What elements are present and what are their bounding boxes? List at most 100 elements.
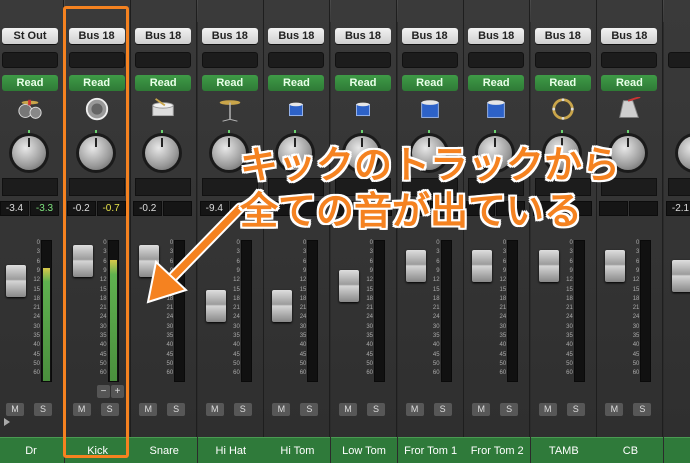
track-name[interactable]: Dr bbox=[0, 437, 64, 463]
scale-label: 24 bbox=[233, 314, 240, 321]
plugin-slot[interactable] bbox=[668, 178, 690, 196]
pan-knob[interactable] bbox=[145, 136, 180, 170]
send-slot[interactable] bbox=[335, 52, 391, 68]
automation-mode-button[interactable]: Read bbox=[201, 75, 258, 91]
solo-button[interactable]: S bbox=[167, 403, 186, 416]
drumkit-icon bbox=[18, 99, 42, 119]
volume-fader[interactable] bbox=[672, 260, 690, 292]
fader-scale: 0 3 6 9 12 15 18 21 24 30 35 40 45 50 60 bbox=[428, 240, 440, 380]
volume-fader[interactable] bbox=[6, 265, 26, 297]
solo-button[interactable]: S bbox=[34, 403, 52, 416]
scale-label: 40 bbox=[233, 342, 240, 349]
solo-button[interactable]: S bbox=[233, 403, 252, 416]
track-name[interactable]: C bbox=[664, 437, 690, 463]
pan-center-mark bbox=[560, 130, 563, 135]
automation-mode-button[interactable]: Read bbox=[601, 75, 658, 91]
track-name[interactable]: Hi Hat bbox=[197, 437, 264, 463]
automation-mode-button[interactable]: Read bbox=[468, 75, 525, 91]
scale-label: 40 bbox=[366, 342, 373, 349]
send-slot[interactable] bbox=[668, 52, 690, 68]
automation-mode-button[interactable]: Read bbox=[2, 75, 58, 91]
volume-fader[interactable] bbox=[339, 270, 359, 302]
volume-fader[interactable] bbox=[538, 250, 559, 282]
mute-button[interactable]: M bbox=[538, 403, 557, 416]
automation-mode-button[interactable]: Read bbox=[135, 75, 192, 91]
solo-button[interactable]: S bbox=[633, 403, 652, 416]
mute-button[interactable]: M bbox=[272, 403, 291, 416]
track-name[interactable]: Fror Tom 2 bbox=[464, 437, 531, 463]
scale-label: 50 bbox=[566, 360, 573, 367]
plugin-slot[interactable] bbox=[2, 178, 58, 196]
fader-scale: 0 3 6 9 12 15 18 21 24 30 35 40 45 50 60 bbox=[494, 240, 507, 380]
volume-fader[interactable] bbox=[605, 250, 626, 282]
scale-label: 6 bbox=[636, 258, 640, 265]
scale-label: 3 bbox=[636, 249, 640, 256]
output-bus-button[interactable]: Bus 18 bbox=[468, 28, 525, 44]
track-name[interactable]: Fror Tom 1 bbox=[397, 437, 464, 463]
scale-label: 30 bbox=[366, 323, 373, 330]
pan-knob[interactable] bbox=[678, 136, 690, 170]
scale-label: 30 bbox=[233, 323, 240, 330]
automation-mode-button[interactable]: Read bbox=[335, 75, 391, 91]
mute-button[interactable]: M bbox=[472, 403, 491, 416]
mute-button[interactable]: M bbox=[605, 403, 624, 416]
send-slot[interactable] bbox=[2, 52, 58, 68]
send-slot[interactable] bbox=[201, 52, 258, 68]
track-name[interactable]: Low Tom bbox=[331, 437, 397, 463]
solo-button[interactable]: S bbox=[300, 403, 319, 416]
solo-button[interactable]: S bbox=[433, 403, 452, 416]
mute-button[interactable]: M bbox=[405, 403, 424, 416]
level-meter bbox=[640, 240, 652, 382]
track-name[interactable]: CB bbox=[597, 437, 664, 463]
volume-readout: -2.1 bbox=[666, 201, 690, 216]
scale-label: 30 bbox=[33, 323, 40, 330]
scale-label: 18 bbox=[632, 295, 640, 302]
send-slot[interactable] bbox=[468, 52, 525, 68]
pan-center-mark bbox=[161, 130, 164, 135]
scale-label: 6 bbox=[369, 258, 373, 265]
level-meter bbox=[440, 240, 452, 382]
volume-fader[interactable] bbox=[405, 250, 426, 282]
scale-label: 35 bbox=[632, 333, 640, 339]
scale-label: 21 bbox=[299, 305, 307, 312]
send-slot[interactable] bbox=[601, 52, 658, 68]
mute-button[interactable]: M bbox=[6, 403, 24, 416]
output-bus-button[interactable]: Bus 18 bbox=[268, 28, 325, 44]
solo-button[interactable]: S bbox=[367, 403, 385, 416]
scale-label: 15 bbox=[33, 286, 40, 293]
send-slot[interactable] bbox=[401, 52, 458, 68]
mute-button[interactable]: M bbox=[339, 403, 357, 416]
output-bus-button[interactable]: St Out bbox=[2, 28, 58, 44]
send-slot[interactable] bbox=[135, 52, 192, 68]
scale-label: 60 bbox=[432, 370, 440, 377]
solo-button[interactable]: S bbox=[566, 403, 585, 416]
output-bus-button[interactable]: Bus 18 bbox=[601, 28, 658, 44]
automation-mode-button[interactable]: Read bbox=[268, 75, 325, 91]
pan-center-mark bbox=[28, 130, 30, 135]
pan-center-mark bbox=[361, 130, 363, 135]
track-name[interactable]: Snare bbox=[131, 437, 198, 463]
volume-fader[interactable] bbox=[272, 290, 293, 322]
volume-fader[interactable] bbox=[472, 250, 493, 282]
callout-line-2: 全ての音が出ている bbox=[240, 191, 583, 233]
pan-knob[interactable] bbox=[12, 136, 46, 170]
output-bus-button[interactable]: Bus 18 bbox=[201, 28, 258, 44]
output-bus-button[interactable]: Bus 18 bbox=[135, 28, 192, 44]
automation-mode-button[interactable]: Read bbox=[534, 75, 591, 91]
play-triangle-icon[interactable] bbox=[4, 418, 10, 426]
send-slot[interactable] bbox=[268, 52, 325, 68]
automation-mode-button[interactable]: Read bbox=[401, 75, 458, 91]
send-slot[interactable] bbox=[534, 52, 591, 68]
output-bus-button[interactable]: Bus 18 bbox=[335, 28, 391, 44]
mute-button[interactable]: M bbox=[205, 403, 224, 416]
track-name[interactable]: TAMB bbox=[530, 437, 597, 463]
solo-button[interactable]: S bbox=[500, 403, 519, 416]
mute-button[interactable]: M bbox=[139, 403, 158, 416]
scale-label: 60 bbox=[566, 370, 573, 377]
scale-label: 35 bbox=[166, 333, 174, 339]
output-bus-button[interactable]: Bus 18 bbox=[534, 28, 591, 44]
scale-label: 3 bbox=[502, 249, 507, 256]
track-name[interactable]: Hi Tom bbox=[264, 437, 331, 463]
output-bus-button[interactable]: Bus 18 bbox=[401, 28, 458, 44]
scale-label: 24 bbox=[299, 314, 307, 321]
